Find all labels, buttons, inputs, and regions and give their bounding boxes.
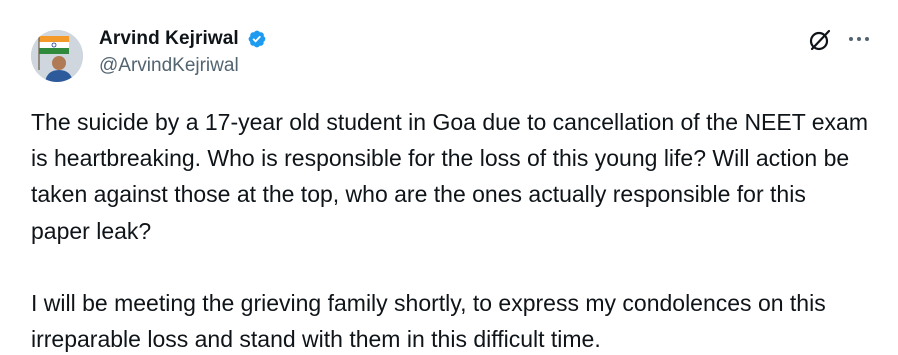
author-display-name[interactable]: Arvind Kejriwal (99, 28, 239, 50)
tweet-paragraph-1: The suicide by a 17-year old student in … (31, 109, 869, 244)
verified-badge-icon[interactable] (245, 28, 267, 50)
avatar[interactable] (31, 30, 83, 82)
author-handle[interactable]: @ArvindKejriwal (99, 55, 239, 77)
tweet-paragraph-2: I will be meeting the grieving family sh… (31, 289, 826, 353)
author-name-row[interactable]: Arvind Kejriwal (99, 28, 267, 50)
tweet-card: Arvind Kejriwal @ArvindKejriwal The suic… (0, 0, 898, 355)
tweet-text: The suicide by a 17-year old student in … (31, 104, 871, 355)
ellipsis-icon[interactable] (846, 29, 872, 49)
slashed-circle-icon[interactable] (807, 27, 833, 53)
avatar-image (31, 30, 83, 82)
